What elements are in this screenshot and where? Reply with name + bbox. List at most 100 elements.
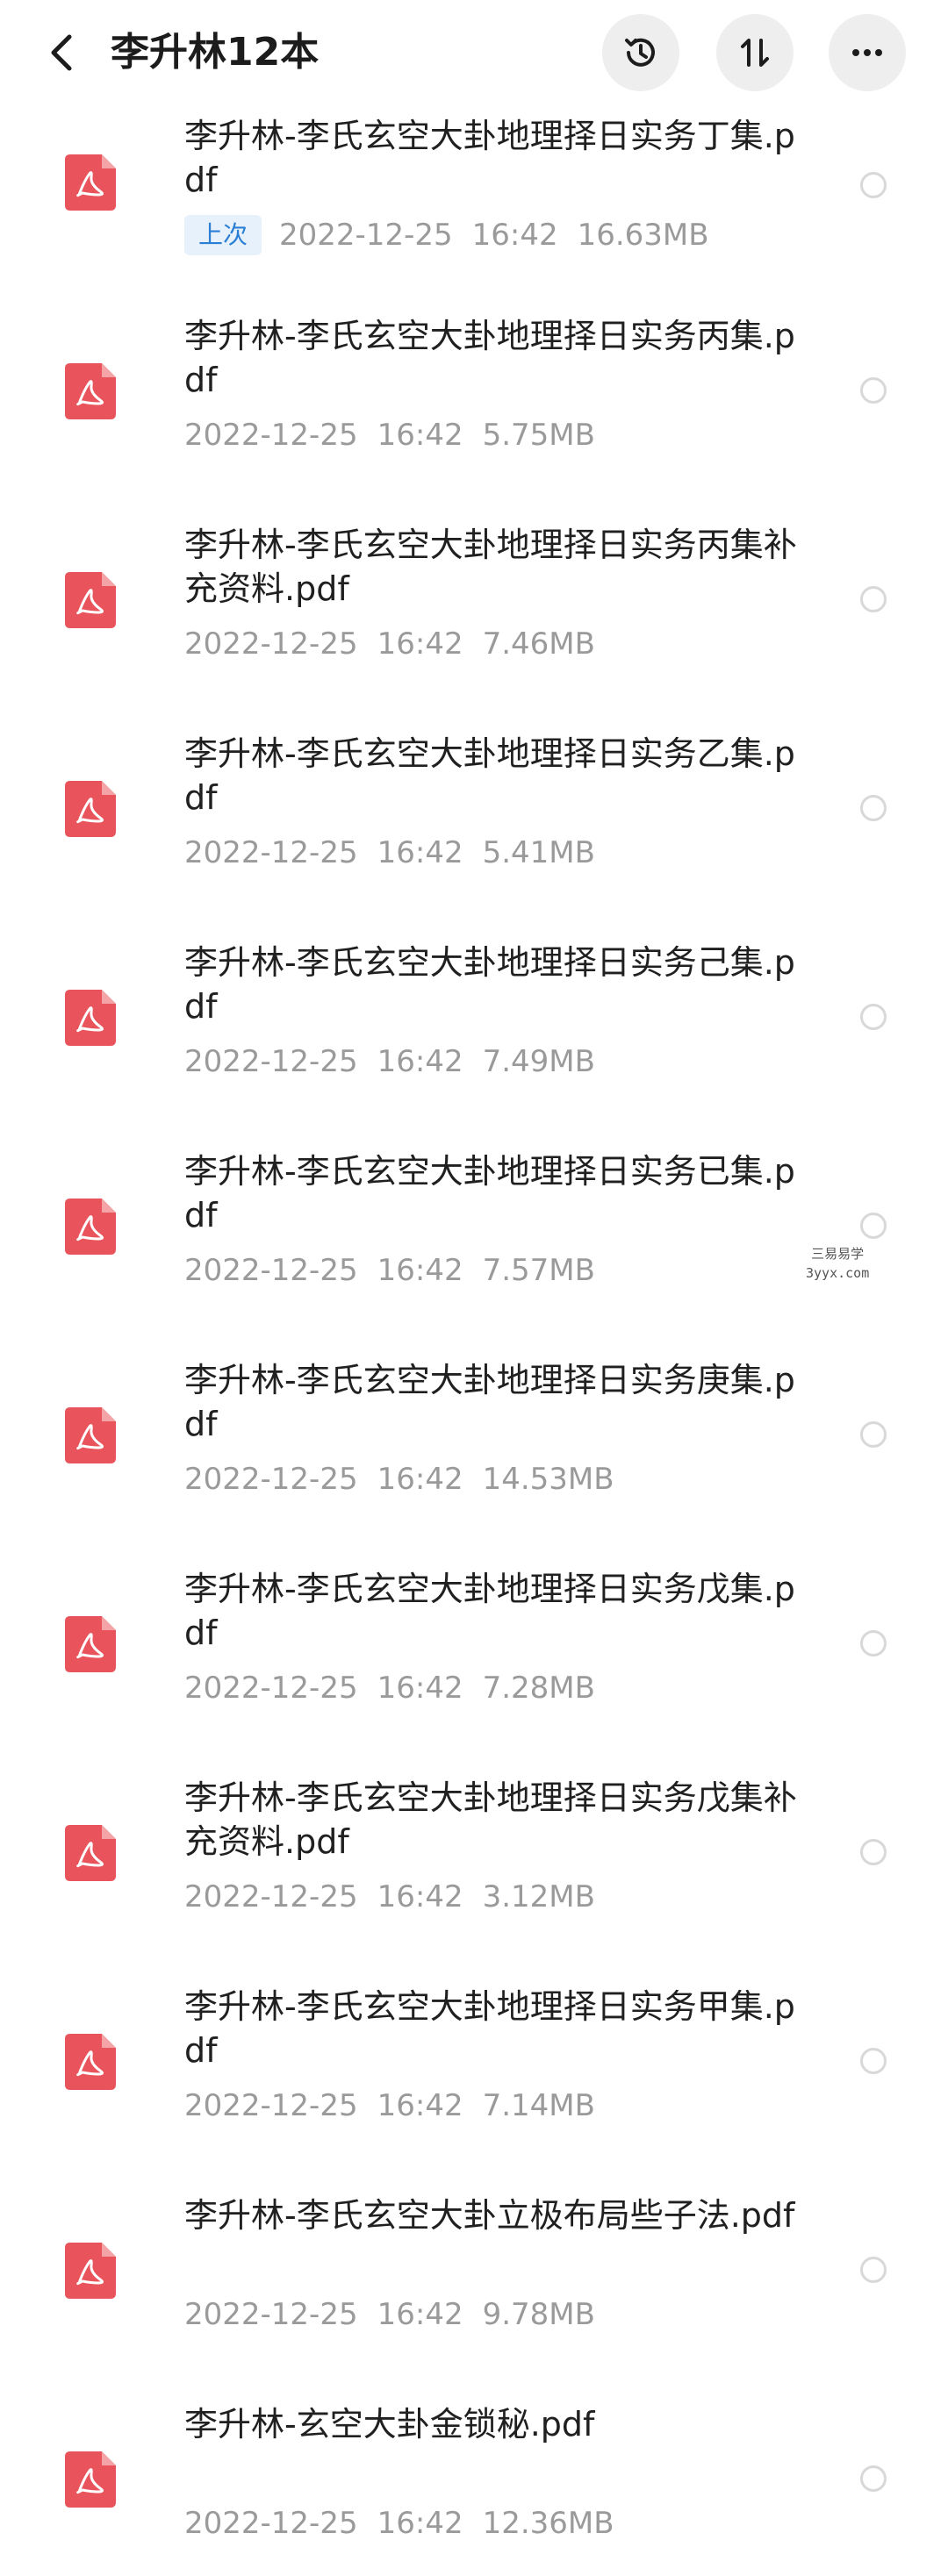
file-size: 7.46MB <box>482 626 595 662</box>
file-name: 李升林-李氏玄空大卦地理择日实务乙集.pdf <box>184 734 795 817</box>
file-name: 李升林-李氏玄空大卦地理择日实务丙集补充资料.pdf <box>184 526 797 608</box>
file-meta: 2022-12-25 16:42 7.49MB <box>184 1041 595 1083</box>
pdf-file-icon <box>65 781 116 837</box>
file-size: 5.75MB <box>482 418 595 453</box>
file-time: 16:42 <box>377 418 463 453</box>
file-list: 李升林-李氏玄空大卦地理择日实务丁集.pdf 上次 2022-12-25 16:42 1… <box>0 105 948 2576</box>
file-size: 7.28MB <box>482 1671 595 1706</box>
file-date: 2022-12-25 <box>184 835 358 870</box>
watermark: 三易易学 3yyx.com <box>806 1244 869 1283</box>
file-row[interactable]: 李升林-李氏玄空大卦地理择日实务已集.pdf 2022-12-25 16:42 7.5… <box>0 1114 948 1323</box>
file-meta: 2022-12-25 16:42 9.78MB <box>184 2293 595 2336</box>
file-time: 16:42 <box>377 2088 463 2123</box>
file-name: 李升林-李氏玄空大卦地理择日实务戊集.pdf <box>184 1570 795 1652</box>
file-time: 16:42 <box>377 2506 463 2541</box>
file-date: 2022-12-25 <box>184 418 358 453</box>
file-size: 9.78MB <box>482 2297 595 2332</box>
sort-icon <box>741 39 769 67</box>
file-size: 5.41MB <box>482 835 595 870</box>
select-radio[interactable] <box>860 172 887 198</box>
sort-button[interactable] <box>716 14 794 91</box>
pdf-file-icon <box>65 363 116 419</box>
select-radio[interactable] <box>860 2465 887 2492</box>
more-button[interactable] <box>829 14 906 91</box>
pdf-file-icon <box>65 1199 116 1255</box>
file-date: 2022-12-25 <box>184 2088 358 2123</box>
file-row[interactable]: 李升林-李氏玄空大卦地理择日实务乙集.pdf 2022-12-25 16:42 5.4… <box>0 697 948 905</box>
back-button[interactable] <box>39 25 84 81</box>
file-row[interactable]: 李升林-玄空大卦金锁秘.pdf 2022-12-25 16:42 12.36MB <box>0 2367 948 2576</box>
select-radio[interactable] <box>860 1630 887 1657</box>
select-radio[interactable] <box>860 1213 887 1239</box>
pdf-file-icon <box>65 990 116 1046</box>
file-size: 7.14MB <box>482 2088 595 2123</box>
select-radio[interactable] <box>860 2257 887 2283</box>
select-radio[interactable] <box>860 586 887 612</box>
file-row[interactable]: 李升林-李氏玄空大卦地理择日实务丙集补充资料.pdf 2022-12-25 16:4… <box>0 488 948 697</box>
file-name: 李升林-李氏玄空大卦地理择日实务戊集补充资料.pdf <box>184 1778 797 1861</box>
pdf-file-icon <box>65 2034 116 2090</box>
select-radio[interactable] <box>860 1004 887 1030</box>
file-time: 16:42 <box>377 1879 463 1914</box>
app-header: 李升林12本 <box>0 0 948 105</box>
watermark-line1: 三易易学 <box>811 1246 865 1262</box>
file-row[interactable]: 李升林-李氏玄空大卦地理择日实务丁集.pdf 上次 2022-12-25 16:42 1… <box>0 105 948 279</box>
select-radio[interactable] <box>860 377 887 404</box>
file-row[interactable]: 李升林-李氏玄空大卦地理择日实务甲集.pdf 2022-12-25 16:42 7.1… <box>0 1950 948 2158</box>
file-name: 李升林-李氏玄空大卦立极布局些子法.pdf <box>184 2196 795 2235</box>
file-time: 16:42 <box>377 1044 463 1079</box>
pdf-file-icon <box>65 1825 116 1881</box>
file-row[interactable]: 李升林-李氏玄空大卦地理择日实务戊集.pdf 2022-12-25 16:42 7.2… <box>0 1532 948 1741</box>
chevron-left-icon <box>51 34 72 71</box>
file-time: 16:42 <box>377 1253 463 1288</box>
file-date: 2022-12-25 <box>184 2297 358 2332</box>
select-radio[interactable] <box>860 1421 887 1448</box>
history-button[interactable] <box>602 14 679 91</box>
file-size: 12.36MB <box>482 2506 614 2541</box>
pdf-file-icon <box>65 572 116 628</box>
watermark-line2: 3yyx.com <box>806 1265 870 1281</box>
file-meta: 2022-12-25 16:42 3.12MB <box>184 1876 595 1918</box>
file-meta: 2022-12-25 16:42 7.46MB <box>184 623 595 665</box>
file-name: 李升林-李氏玄空大卦地理择日实务甲集.pdf <box>184 1987 795 2070</box>
file-time: 16:42 <box>377 1671 463 1706</box>
file-name: 李升林-李氏玄空大卦地理择日实务庚集.pdf <box>184 1361 795 1443</box>
file-time: 16:42 <box>377 626 463 662</box>
file-date: 2022-12-25 <box>184 2506 358 2541</box>
file-name: 李升林-玄空大卦金锁秘.pdf <box>184 2405 595 2444</box>
file-date: 2022-12-25 <box>279 218 453 253</box>
pdf-file-icon <box>65 2451 116 2508</box>
history-icon <box>625 38 655 67</box>
file-row[interactable]: 李升林-李氏玄空大卦地理择日实务戊集补充资料.pdf 2022-12-25 16:4… <box>0 1741 948 1950</box>
more-icon <box>852 49 882 56</box>
file-meta: 2022-12-25 16:42 14.53MB <box>184 1458 614 1500</box>
file-row[interactable]: 李升林-李氏玄空大卦地理择日实务己集.pdf 2022-12-25 16:42 7.4… <box>0 905 948 1114</box>
file-date: 2022-12-25 <box>184 1671 358 1706</box>
file-date: 2022-12-25 <box>184 1879 358 1914</box>
file-meta: 2022-12-25 16:42 5.75MB <box>184 414 595 456</box>
file-row[interactable]: 李升林-李氏玄空大卦地理择日实务庚集.pdf 2022-12-25 16:42 14.… <box>0 1323 948 1532</box>
file-size: 7.57MB <box>482 1253 595 1288</box>
file-date: 2022-12-25 <box>184 626 358 662</box>
file-time: 16:42 <box>377 1462 463 1497</box>
file-row[interactable]: 李升林-李氏玄空大卦立极布局些子法.pdf 2022-12-25 16:42 9.78… <box>0 2158 948 2367</box>
select-radio[interactable] <box>860 795 887 821</box>
file-row[interactable]: 李升林-李氏玄空大卦地理择日实务丙集.pdf 2022-12-25 16:42 5.7… <box>0 279 948 488</box>
file-meta: 2022-12-25 16:42 7.57MB <box>184 1249 595 1292</box>
page-title: 李升林12本 <box>111 30 320 75</box>
file-name: 李升林-李氏玄空大卦地理择日实务丁集.pdf <box>184 117 795 199</box>
pdf-file-icon <box>65 2243 116 2299</box>
file-name: 李升林-李氏玄空大卦地理择日实务丙集.pdf <box>184 317 795 399</box>
file-time: 16:42 <box>377 2297 463 2332</box>
file-date: 2022-12-25 <box>184 1253 358 1288</box>
select-radio[interactable] <box>860 1839 887 1865</box>
select-radio[interactable] <box>860 2048 887 2074</box>
file-date: 2022-12-25 <box>184 1044 358 1079</box>
file-meta: 上次 2022-12-25 16:42 16.63MB <box>184 214 709 256</box>
file-size: 14.53MB <box>482 1462 614 1497</box>
file-time: 16:42 <box>377 835 463 870</box>
file-meta: 2022-12-25 16:42 5.41MB <box>184 832 595 874</box>
file-meta: 2022-12-25 16:42 7.14MB <box>184 2085 595 2127</box>
pdf-file-icon <box>65 1616 116 1672</box>
file-date: 2022-12-25 <box>184 1462 358 1497</box>
